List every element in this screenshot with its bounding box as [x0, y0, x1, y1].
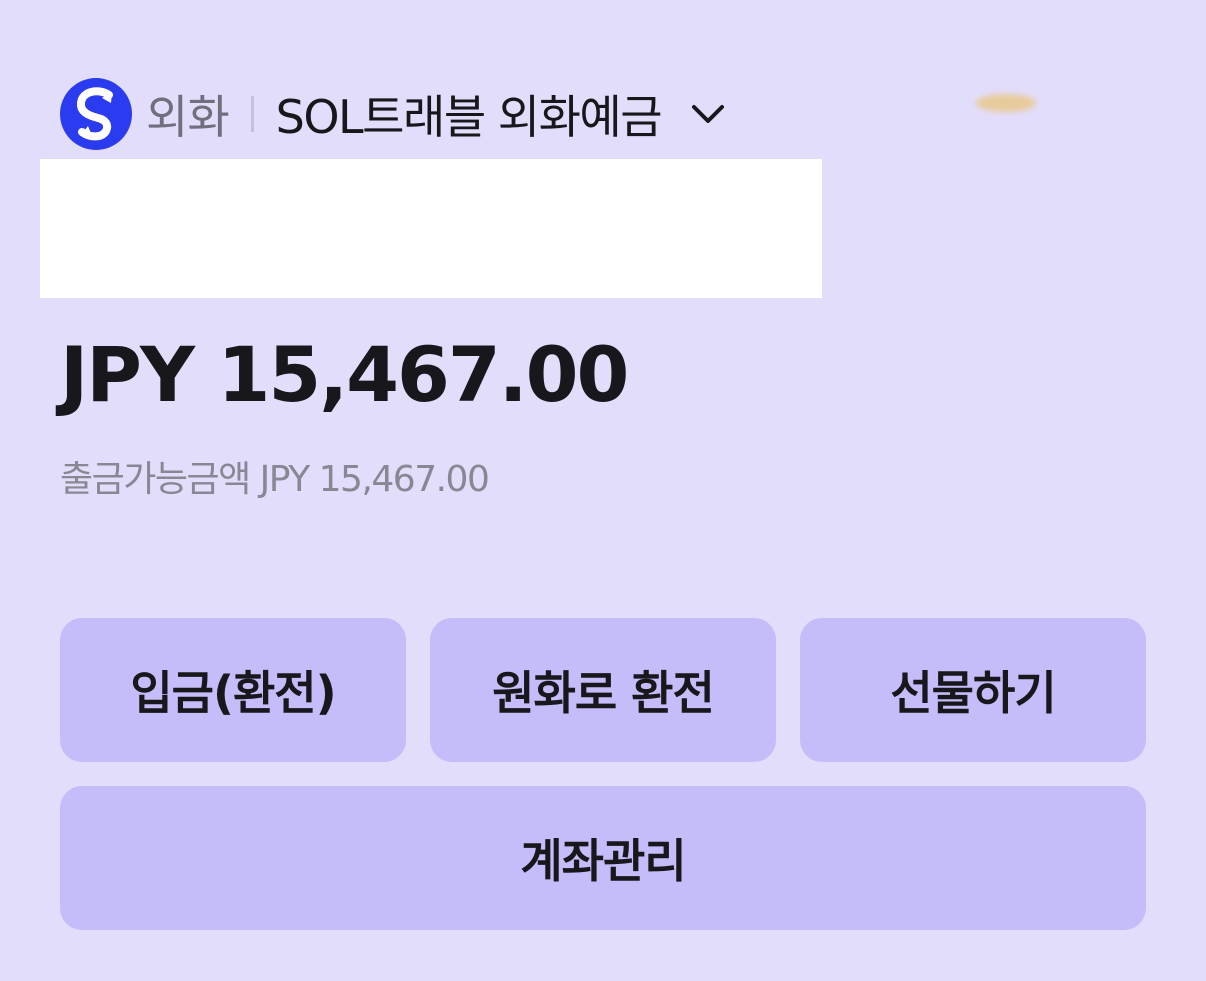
balance-amount: JPY 15,467.00	[60, 330, 629, 419]
shinhan-logo-icon	[60, 78, 132, 150]
deposit-exchange-button[interactable]: 입금(환전)	[60, 618, 406, 762]
account-product-name[interactable]: SOL트래블 외화예금	[276, 81, 663, 147]
decorative-smudge	[976, 94, 1036, 112]
redacted-account-info	[40, 159, 822, 298]
account-management-button[interactable]: 계좌관리	[60, 786, 1146, 930]
header-divider	[250, 96, 254, 132]
available-balance: 출금가능금액 JPY 15,467.00	[60, 459, 490, 500]
chevron-down-icon[interactable]	[689, 95, 727, 133]
account-header: 외화 SOL트래블 외화예금	[60, 76, 727, 152]
gift-button[interactable]: 선물하기	[800, 618, 1146, 762]
account-category: 외화	[146, 90, 230, 144]
convert-to-won-button[interactable]: 원화로 환전	[430, 618, 776, 762]
